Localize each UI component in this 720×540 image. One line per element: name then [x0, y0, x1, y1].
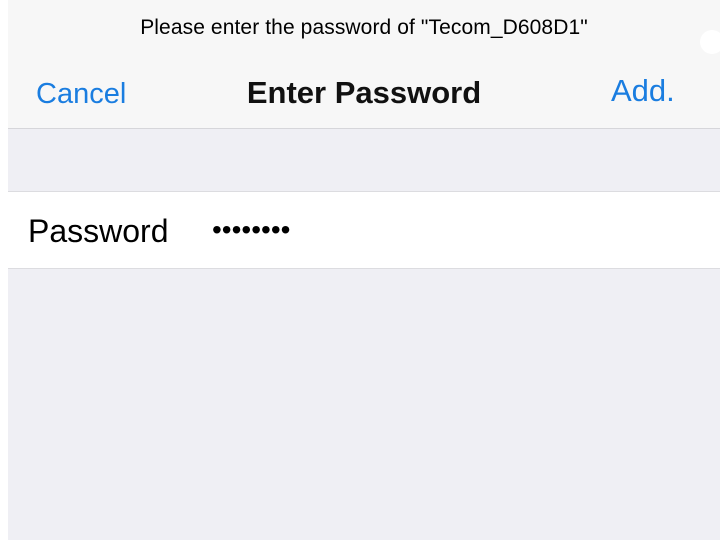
password-dialog-screen: Please enter the password of "Tecom_D608… — [0, 0, 720, 540]
password-label: Password — [28, 213, 169, 249]
password-prompt: Please enter the password of "Tecom_D608… — [140, 16, 588, 39]
password-field[interactable]: •••••••• — [212, 214, 290, 246]
add-button[interactable]: Add. — [611, 73, 675, 109]
navigation-bar: Please enter the password of "Tecom_D608… — [8, 0, 720, 129]
left-edge-strip — [0, 0, 8, 540]
corner-circle — [700, 30, 720, 54]
password-field-row[interactable]: Password •••••••• — [8, 191, 720, 269]
